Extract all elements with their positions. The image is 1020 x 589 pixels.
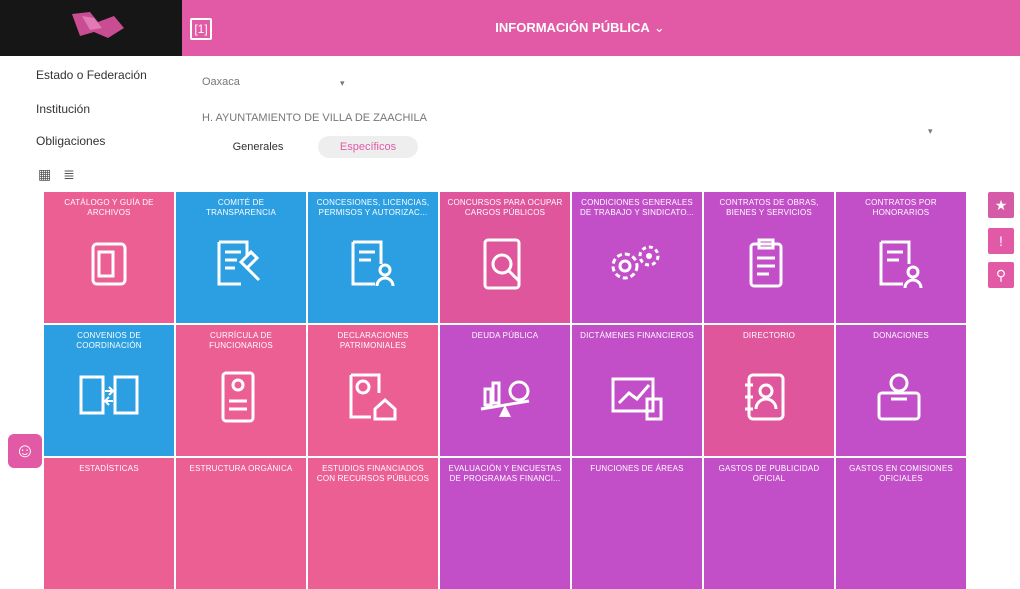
- grid-view-icon[interactable]: ▦: [38, 166, 51, 183]
- tile-title: COMITÉ DE TRANSPARENCIA: [205, 198, 277, 217]
- search-icon[interactable]: ⚲: [988, 262, 1014, 288]
- doc-user-icon: [879, 240, 923, 289]
- exchange-docs-icon: [79, 375, 139, 415]
- filters-panel: Estado o Federación Oaxaca ▾ Institución…: [0, 56, 1020, 156]
- obligation-tile[interactable]: CONCESIONES, LICENCIAS, PERMISOS Y AUTOR…: [308, 192, 438, 323]
- obligation-tile[interactable]: DIRECTORIO: [704, 325, 834, 456]
- obligation-tile[interactable]: CONCURSOS PARA OCUPAR CARGOS PÚBLICOS: [440, 192, 570, 323]
- institucion-caret-icon[interactable]: ▾: [928, 126, 933, 137]
- page-title[interactable]: INFORMACIÓN PÚBLICA ⌄: [380, 20, 780, 36]
- estado-select[interactable]: Oaxaca: [202, 76, 240, 88]
- top-bar: [1] INFORMACIÓN PÚBLICA ⌄: [0, 0, 1020, 56]
- doc-search-icon: [483, 238, 521, 290]
- doc-house-icon: [349, 373, 397, 421]
- obligation-tile[interactable]: CONTRATOS POR HONORARIOS: [836, 192, 966, 323]
- tile-title: DECLARACIONES PATRIMONIALES: [337, 331, 409, 350]
- tile-title: CATÁLOGO Y GUÍA DE ARCHIVOS: [64, 198, 154, 217]
- institucion-label: Institución: [36, 102, 91, 116]
- gears-icon: [611, 245, 660, 280]
- address-book-icon: [745, 373, 785, 421]
- institucion-select[interactable]: H. AYUNTAMIENTO DE VILLA DE ZAACHILA: [202, 112, 427, 124]
- tile-title: DONACIONES: [873, 331, 929, 340]
- accessibility-icon[interactable]: ☺: [8, 434, 42, 468]
- obligaciones-label: Obligaciones: [36, 134, 106, 148]
- tile-title: GASTOS DE PUBLICIDAD OFICIAL: [718, 464, 820, 483]
- tile-title: CONCURSOS PARA OCUPAR CARGOS PÚBLICOS: [447, 198, 563, 217]
- chevron-down-icon: ⌄: [653, 20, 665, 35]
- obligation-tile[interactable]: CATÁLOGO Y GUÍA DE ARCHIVOS: [44, 192, 174, 323]
- tile-title: EVALUACIÓN Y ENCUESTAS DE PROGRAMAS FINA…: [448, 464, 562, 483]
- page-title-text: INFORMACIÓN PÚBLICA: [495, 20, 650, 35]
- obligation-tile[interactable]: COMITÉ DE TRANSPARENCIA: [176, 192, 306, 323]
- tile-title: ESTUDIOS FINANCIADOS CON RECURSOS PÚBLIC…: [316, 464, 430, 483]
- obligation-tile[interactable]: EVALUACIÓN Y ENCUESTAS DE PROGRAMAS FINA…: [440, 458, 570, 589]
- logo-icon: [72, 12, 124, 38]
- obligation-tile[interactable]: ESTUDIOS FINANCIADOS CON RECURSOS PÚBLIC…: [308, 458, 438, 589]
- scale-money-icon: [480, 380, 530, 417]
- obligation-tile[interactable]: DEUDA PÚBLICA: [440, 325, 570, 456]
- donation-box-icon: [877, 373, 921, 421]
- list-view-icon[interactable]: ≣: [63, 166, 75, 183]
- tile-title: CONTRATOS DE OBRAS, BIENES Y SERVICIOS: [719, 198, 819, 217]
- binder-icon: [91, 242, 127, 286]
- info-line: [80, 168, 980, 182]
- obligation-tile[interactable]: CONVENIOS DE COORDINACIÓN: [44, 325, 174, 456]
- obligation-tile[interactable]: GASTOS DE PUBLICIDAD OFICIAL: [704, 458, 834, 589]
- tile-title: DICTÁMENES FINANCIEROS: [580, 331, 694, 340]
- doc-person-icon: [351, 240, 395, 287]
- tile-title: CONCESIONES, LICENCIAS, PERMISOS Y AUTOR…: [316, 198, 430, 217]
- view-toggle: ▦ ≣: [38, 166, 83, 183]
- tile-title: CURRÍCULA DE FUNCIONARIOS: [209, 331, 273, 350]
- obligation-tile[interactable]: GASTOS EN COMISIONES OFICIALES: [836, 458, 966, 589]
- obligation-tile[interactable]: CONDICIONES GENERALES DE TRABAJO Y SINDI…: [572, 192, 702, 323]
- tile-title: CONTRATOS POR HONORARIOS: [865, 198, 937, 217]
- obligations-grid: CATÁLOGO Y GUÍA DE ARCHIVOS COMITÉ DE TRA…: [44, 192, 970, 589]
- tile-title: DEUDA PÚBLICA: [471, 331, 539, 340]
- obligation-tile[interactable]: FUNCIONES DE ÁREAS: [572, 458, 702, 589]
- tab-generales[interactable]: Generales: [208, 136, 308, 158]
- tile-title: FUNCIONES DE ÁREAS: [590, 464, 684, 473]
- tile-title: GASTOS EN COMISIONES OFICIALES: [849, 464, 953, 483]
- obligation-tile[interactable]: DONACIONES: [836, 325, 966, 456]
- obligation-tile[interactable]: DECLARACIONES PATRIMONIALES: [308, 325, 438, 456]
- obligation-tile[interactable]: DICTÁMENES FINANCIEROS: [572, 325, 702, 456]
- gavel-doc-icon: [217, 240, 261, 286]
- tab-especificos[interactable]: Específicos: [318, 136, 418, 158]
- estado-label: Estado o Federación: [36, 68, 147, 82]
- cv-icon: [221, 371, 255, 423]
- tile-title: CONVENIOS DE COORDINACIÓN: [76, 331, 142, 350]
- star-icon[interactable]: ★: [988, 192, 1014, 218]
- obligation-tile[interactable]: CONTRATOS DE OBRAS, BIENES Y SERVICIOS: [704, 192, 834, 323]
- logo[interactable]: [0, 0, 182, 56]
- clipboard-icon: [749, 238, 783, 288]
- obligation-tile[interactable]: ESTADÍSTICAS: [44, 458, 174, 589]
- obligation-tile[interactable]: CURRÍCULA DE FUNCIONARIOS: [176, 325, 306, 456]
- tile-title: ESTRUCTURA ORGÁNICA: [189, 464, 293, 473]
- tile-title: CONDICIONES GENERALES DE TRABAJO Y SINDI…: [579, 198, 695, 217]
- tile-title: ESTADÍSTICAS: [79, 464, 139, 473]
- chart-calc-icon: [611, 377, 663, 421]
- obligation-tile[interactable]: ESTRUCTURA ORGÁNICA: [176, 458, 306, 589]
- estado-caret-icon[interactable]: ▾: [340, 78, 345, 89]
- menu-toggle-icon[interactable]: [1]: [190, 18, 212, 40]
- alert-icon[interactable]: !: [988, 228, 1014, 254]
- tile-title: DIRECTORIO: [742, 331, 796, 340]
